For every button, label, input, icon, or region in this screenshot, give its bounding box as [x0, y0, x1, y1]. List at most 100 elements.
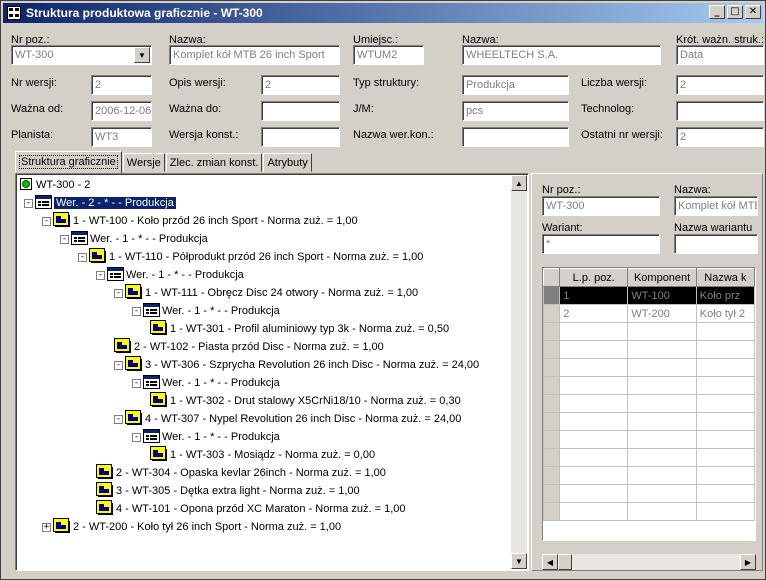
collapse-icon[interactable]: -	[114, 414, 123, 424]
umiejsc-field[interactable]: WTUM2	[353, 45, 424, 65]
tree-node[interactable]: 2 - WT-102 - Piasta przód Disc - Norma z…	[114, 338, 384, 356]
tree-node[interactable]: - Wer. - 1 - * - - Produkcja	[96, 266, 244, 284]
tab-atrybuty[interactable]: Atrybuty	[263, 153, 312, 172]
tree-node[interactable]: - 1 - WT-111 - Obręcz Disc 24 otwory - No…	[114, 284, 418, 302]
tree-node[interactable]: - Wer. - 1 - * - - Produkcja	[132, 374, 280, 392]
structure-tree[interactable]: WT-300 - 2- Wer. - 2 - * - - Produkcja -1 …	[15, 173, 529, 571]
liczba-wersji-field[interactable]: 2	[676, 75, 764, 95]
right-nr-poz-field[interactable]: WT-300	[542, 196, 660, 216]
wazna-od-field[interactable]: 2006-12-06	[91, 101, 152, 121]
tree-node[interactable]: - 1 - WT-110 - Półprodukt przód 26 inch S…	[78, 248, 423, 266]
table-row[interactable]	[543, 466, 755, 485]
planista-field[interactable]: WT3	[91, 127, 152, 147]
collapse-icon[interactable]: -	[42, 216, 51, 226]
collapse-icon[interactable]: -	[60, 234, 69, 244]
tree-node[interactable]: - 1 - WT-100 - Koło przód 26 inch Sport -…	[42, 212, 358, 230]
typ-struktury-field[interactable]: Produkcja	[462, 75, 569, 95]
tab-struktura-graficznie[interactable]: Struktura graficznie	[15, 151, 122, 173]
wersja-konst-field[interactable]	[261, 127, 340, 147]
item-icon	[150, 446, 170, 464]
collapse-icon[interactable]: -	[132, 306, 141, 316]
jm-field[interactable]: pcs	[462, 101, 569, 121]
tree-node[interactable]: - 3 - WT-306 - Szprycha Revolution 26 inc…	[114, 356, 479, 374]
scroll-down-icon[interactable]: ▼	[511, 553, 527, 569]
table-row[interactable]	[543, 484, 755, 503]
nazwa-wer-kon-field[interactable]	[462, 127, 569, 147]
tree-node[interactable]: 2 - WT-304 - Opaska kevlar 26inch - Norm…	[96, 464, 386, 482]
chevron-down-icon[interactable]: ▼	[134, 47, 150, 63]
maximize-button[interactable]: □	[727, 5, 743, 19]
nazwa-field[interactable]: Komplet kół MTB 26 inch Sport	[169, 45, 340, 65]
grid-horizontal-scrollbar[interactable]: ◀ ▶	[542, 554, 756, 570]
grid-cell	[627, 466, 697, 485]
tree-node-label: 1 - WT-111 - Obręcz Disc 24 otwory - Nor…	[145, 287, 419, 299]
grid-header-lp[interactable]: L.p. poz.	[559, 268, 629, 287]
tree-node[interactable]: 3 - WT-305 - Dętka extra light - Norma z…	[96, 482, 360, 500]
grid-cell	[559, 394, 629, 413]
table-row[interactable]: 2 WT-200 Koło tył 2	[543, 304, 755, 323]
tree-node-label: 4 - WT-101 - Opona przód XC Maraton - No…	[116, 503, 406, 515]
scroll-thumb[interactable]	[558, 554, 572, 570]
grid-header-komponent[interactable]: Komponent	[627, 268, 697, 287]
grid-header-nazwa[interactable]: Nazwa k	[695, 268, 755, 287]
table-row[interactable]	[543, 430, 755, 449]
tree-node[interactable]: +2 - WT-200 - Koło tył 26 inch Sport - N…	[42, 518, 341, 536]
collapse-icon[interactable]: -	[132, 378, 141, 388]
components-grid[interactable]: L.p. poz. Komponent Nazwa k 1 WT-100 Koł…	[542, 267, 756, 541]
scroll-right-icon[interactable]: ▶	[740, 554, 756, 570]
tree-node-label: Wer. - 1 - * - - Produkcja	[162, 377, 280, 389]
tree-node[interactable]: 1 - WT-302 - Drut stalowy X5CrNi18/10 - …	[150, 392, 461, 410]
table-row[interactable]	[543, 358, 755, 377]
nazwa-wariantu-field[interactable]	[674, 234, 758, 254]
tab-wersje[interactable]: Wersje	[122, 153, 165, 172]
item-icon	[96, 464, 116, 482]
tree-node[interactable]: 1 - WT-303 - Mosiądz - Norma zuż. = 0,00	[150, 446, 375, 464]
right-nazwa-field[interactable]: Komplet kół MTB	[674, 196, 758, 216]
collapse-icon[interactable]: -	[78, 252, 87, 262]
tree-node[interactable]: - Wer. - 1 - * - - Produkcja	[60, 230, 208, 248]
tree-vertical-scrollbar[interactable]: ▲ ▼	[511, 175, 527, 569]
table-row[interactable]: 1 WT-100 Koło prz	[543, 286, 755, 305]
minimize-button[interactable]: _	[709, 5, 725, 19]
collapse-icon[interactable]: -	[132, 432, 141, 442]
collapse-icon[interactable]: -	[96, 270, 105, 280]
table-row[interactable]	[543, 394, 755, 413]
table-row[interactable]	[543, 322, 755, 341]
table-row[interactable]	[543, 412, 755, 431]
grid-cell	[695, 466, 755, 485]
grid-cell	[559, 502, 629, 521]
scroll-left-icon[interactable]: ◀	[542, 554, 558, 570]
opis-wersji-field[interactable]: 2	[261, 75, 340, 95]
collapse-icon[interactable]: -	[24, 198, 33, 208]
tree-node[interactable]: - Wer. - 1 - * - - Produkcja	[132, 428, 280, 446]
tree-node[interactable]: - Wer. - 1 - * - - Produkcja	[132, 302, 280, 320]
tree-node[interactable]: - 4 - WT-307 - Nypel Revolution 26 inch D…	[114, 410, 461, 428]
wazna-do-field[interactable]	[261, 101, 340, 121]
table-row[interactable]	[543, 502, 755, 521]
row-indicator	[543, 394, 561, 413]
krot-field[interactable]: Data	[676, 45, 764, 65]
ostatni-field[interactable]: 2	[676, 127, 764, 147]
typ-struktury-label: Typ struktury:	[353, 77, 420, 89]
collapse-icon[interactable]: -	[114, 288, 123, 298]
collapse-icon[interactable]: -	[114, 360, 123, 370]
wariant-field[interactable]: *	[542, 234, 660, 254]
table-row[interactable]	[543, 448, 755, 467]
tree-node[interactable]: 4 - WT-101 - Opona przód XC Maraton - No…	[96, 500, 405, 518]
ostatni-label: Ostatni nr wersji:	[581, 129, 663, 141]
nr-wersji-field[interactable]: 2	[91, 75, 152, 95]
nr-poz-combo[interactable]: WT-300 ▼	[11, 45, 152, 65]
table-row[interactable]	[543, 340, 755, 359]
expand-icon[interactable]: +	[42, 522, 51, 532]
title-bar[interactable]: Struktura produktowa graficznie - WT-300…	[3, 3, 763, 23]
tree-node[interactable]: 1 - WT-301 - Profil aluminiowy typ 3k - …	[150, 320, 449, 338]
tree-node[interactable]: - Wer. - 2 - * - - Produkcja	[24, 194, 176, 212]
firma-field[interactable]: WHEELTECH S.A.	[462, 45, 661, 65]
scroll-up-icon[interactable]: ▲	[511, 175, 527, 191]
close-button[interactable]: ✕	[745, 5, 761, 19]
table-row[interactable]	[543, 376, 755, 395]
tree-node[interactable]: WT-300 - 2	[20, 176, 90, 194]
technolog-field[interactable]	[676, 101, 764, 121]
grid-cell	[627, 412, 697, 431]
tab-zlec-zmian-konst[interactable]: Zlec. zmian konst.	[165, 153, 263, 172]
